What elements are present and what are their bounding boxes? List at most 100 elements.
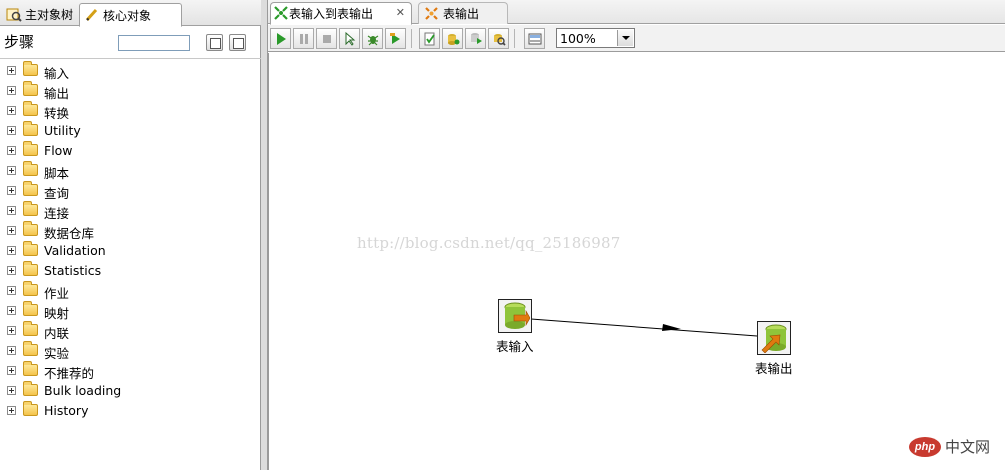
tree-item-label: Bulk loading xyxy=(44,383,122,398)
expand-plus-icon[interactable] xyxy=(7,346,16,355)
left-panel: 主对象树 核心对象 步骤 输入 输出 转换 Utility Flow 脚本 查询… xyxy=(0,0,261,470)
tree-item-label: 数据仓库 xyxy=(44,226,95,241)
tree-item-flow[interactable]: Flow xyxy=(0,141,250,161)
step-table-output[interactable] xyxy=(757,321,791,355)
chevron-down-icon[interactable] xyxy=(617,30,633,46)
expand-plus-icon[interactable] xyxy=(7,86,16,95)
close-icon[interactable]: ✕ xyxy=(396,6,405,19)
tree-item-bulk-loading[interactable]: Bulk loading xyxy=(0,381,250,401)
tree-item-script[interactable]: 脚本 xyxy=(0,161,250,181)
replay-button[interactable] xyxy=(385,28,406,49)
debug-button[interactable] xyxy=(362,28,383,49)
expand-plus-icon[interactable] xyxy=(7,306,16,315)
preview-button[interactable] xyxy=(339,28,360,49)
transformation-icon xyxy=(274,6,288,20)
tree-item-validation[interactable]: Validation xyxy=(0,241,250,261)
step-table-input[interactable] xyxy=(498,299,532,333)
folder-icon xyxy=(23,61,38,76)
tree-item-output[interactable]: 输出 xyxy=(0,81,250,101)
run-button[interactable] xyxy=(270,28,291,49)
expand-plus-icon[interactable] xyxy=(7,166,16,175)
tab-transformation-label: 表输入到表输出 xyxy=(289,7,374,21)
tree-item-job[interactable]: 作业 xyxy=(0,281,250,301)
tree-item-label: 输出 xyxy=(44,86,70,101)
tree-item-transform[interactable]: 转换 xyxy=(0,101,250,121)
pause-button[interactable] xyxy=(293,28,314,49)
verify-icon xyxy=(424,32,435,45)
tree-item-statistics[interactable]: Statistics xyxy=(0,261,250,281)
expand-plus-icon[interactable] xyxy=(7,286,16,295)
expand-plus-icon[interactable] xyxy=(7,126,16,135)
show-results-button[interactable] xyxy=(524,28,545,49)
stop-button[interactable] xyxy=(316,28,337,49)
expand-plus-icon[interactable] xyxy=(7,386,16,395)
tab-core-objects[interactable]: 核心对象 xyxy=(79,3,182,27)
sql-icon xyxy=(470,32,482,44)
steps-title: 步骤 xyxy=(4,33,35,51)
expand-all-button[interactable] xyxy=(206,34,223,51)
tree-item-data-warehouse[interactable]: 数据仓库 xyxy=(0,221,250,241)
tree-item-label: 映射 xyxy=(44,306,70,321)
tree-item-label: History xyxy=(44,403,89,418)
tree-item-joins[interactable]: 连接 xyxy=(0,201,250,221)
expand-plus-icon[interactable] xyxy=(7,106,16,115)
tree-item-label: Validation xyxy=(44,243,106,258)
folder-icon xyxy=(23,261,38,276)
step-table-input-label: 表输入 xyxy=(496,339,534,354)
folder-icon xyxy=(23,101,38,116)
expand-plus-icon[interactable] xyxy=(7,206,16,215)
folder-icon xyxy=(23,321,38,336)
expand-plus-icon[interactable] xyxy=(7,326,16,335)
tree-item-label: 输入 xyxy=(44,66,70,81)
expand-plus-icon[interactable] xyxy=(7,66,16,75)
verify-button[interactable] xyxy=(419,28,440,49)
zoom-value: 100% xyxy=(560,31,596,46)
table-output-icon xyxy=(761,324,787,353)
folder-icon xyxy=(23,161,38,176)
tab-transformation[interactable]: 表输入到表输出 ✕ xyxy=(270,2,412,25)
tree-item-inline[interactable]: 内联 xyxy=(0,321,250,341)
tab-table-output-label: 表输出 xyxy=(443,7,480,21)
editor-tab-bar: 表输入到表输出 ✕ 表输出 xyxy=(268,0,1005,25)
tab-table-output[interactable]: 表输出 xyxy=(418,2,508,24)
tab-main-object-tree-label: 主对象树 xyxy=(25,8,74,22)
expand-plus-icon[interactable] xyxy=(7,406,16,415)
expand-plus-icon[interactable] xyxy=(7,226,16,235)
toolbar-separator xyxy=(411,29,412,48)
tree-item-deprecated[interactable]: 不推荐的 xyxy=(0,361,250,381)
collapse-all-button[interactable] xyxy=(229,34,246,51)
tree-search-icon xyxy=(6,7,22,23)
table-input-icon xyxy=(504,302,530,329)
expand-plus-icon[interactable] xyxy=(7,366,16,375)
pause-icon xyxy=(299,33,308,44)
tree-item-mapping[interactable]: 映射 xyxy=(0,301,250,321)
tab-main-object-tree[interactable]: 主对象树 xyxy=(2,3,79,26)
tree-item-label: 查询 xyxy=(44,186,70,201)
zoom-select[interactable]: 100% xyxy=(556,28,635,48)
expand-plus-icon[interactable] xyxy=(7,146,16,155)
transformation-canvas[interactable]: http://blog.csdn.net/qq_25186987 表输入 表输出… xyxy=(268,53,1005,470)
impact-button[interactable] xyxy=(442,28,463,49)
run-icon xyxy=(276,32,286,45)
tree-item-experimental[interactable]: 实验 xyxy=(0,341,250,361)
tree-item-lookup[interactable]: 查询 xyxy=(0,181,250,201)
tree-item-history[interactable]: History xyxy=(0,401,250,421)
folder-icon xyxy=(23,401,38,416)
tree-item-input[interactable]: 输入 xyxy=(0,61,250,81)
panel-splitter[interactable] xyxy=(261,0,268,470)
folder-icon xyxy=(23,341,38,356)
folder-icon xyxy=(23,141,38,156)
explore-db-button[interactable] xyxy=(488,28,509,49)
steps-search-input[interactable] xyxy=(118,35,190,51)
hop-connection[interactable] xyxy=(269,53,1005,470)
expand-plus-icon[interactable] xyxy=(7,266,16,275)
stop-icon xyxy=(322,34,331,43)
folder-icon xyxy=(23,121,38,136)
sql-button[interactable] xyxy=(465,28,486,49)
expand-plus-icon[interactable] xyxy=(7,246,16,255)
tree-item-utility[interactable]: Utility xyxy=(0,121,250,141)
tree-item-label: 连接 xyxy=(44,206,70,221)
preview-icon xyxy=(345,31,355,46)
expand-plus-icon[interactable] xyxy=(7,186,16,195)
tree-item-label: 不推荐的 xyxy=(44,366,95,381)
